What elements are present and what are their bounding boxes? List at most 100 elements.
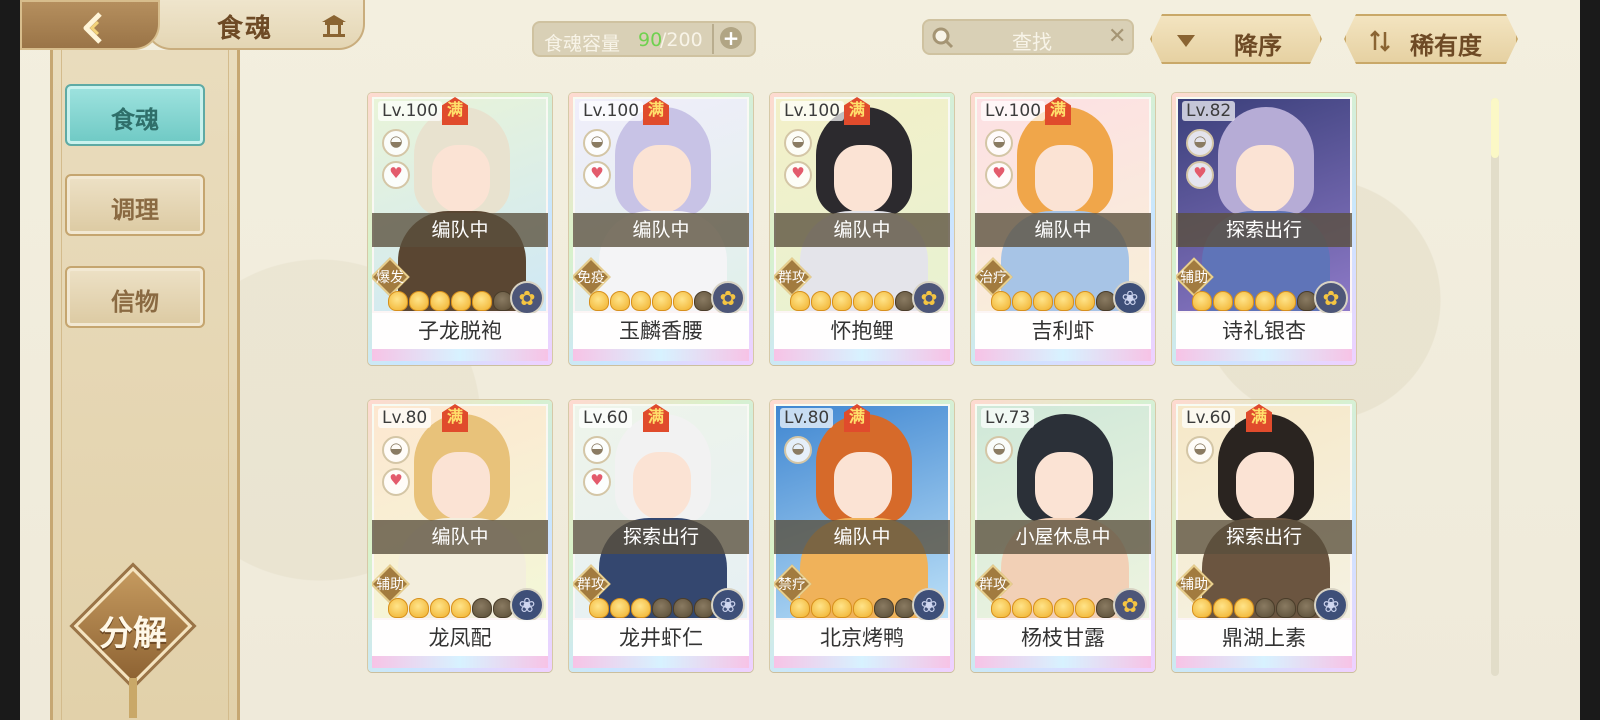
portrait-face bbox=[432, 145, 490, 213]
food-soul-card[interactable]: Lv.60 满 ◒ 探索出行 辅助 ❀ 鼎湖上素 bbox=[1172, 400, 1356, 672]
star-icon bbox=[991, 291, 1011, 311]
top-left-header: 食魂 bbox=[20, 0, 365, 50]
add-capacity-button[interactable]: + bbox=[712, 24, 744, 54]
card-inner: Lv.82 ◒ ♥ 探索出行 辅助 ✿ 诗礼银杏 bbox=[1176, 97, 1352, 361]
plus-icon: + bbox=[720, 27, 742, 49]
status-label: 编队中 bbox=[975, 213, 1151, 247]
role-label: 群攻 bbox=[778, 270, 806, 286]
food-soul-card[interactable]: Lv.100 满 ◒ ♥ 编队中 群攻 ✿ 怀抱鲤 bbox=[770, 93, 954, 365]
character-name: 子龙脱袍 bbox=[372, 313, 548, 349]
clear-icon[interactable]: ✕ bbox=[1108, 24, 1126, 49]
sort-icon bbox=[1368, 29, 1392, 53]
bowl-icon: ◒ bbox=[1186, 436, 1214, 464]
card-inner: Lv.60 满 ◒ ♥ 探索出行 群攻 ❀ 龙井虾仁 bbox=[573, 404, 749, 668]
sidebar-item-label: 信物 bbox=[111, 287, 159, 316]
food-soul-card[interactable]: Lv.100 满 ◒ ♥ 编队中 治疗 ❀ 吉利虾 bbox=[971, 93, 1155, 365]
portrait-face bbox=[834, 145, 892, 213]
food-soul-card[interactable]: Lv.80 满 ◒ 编队中 禁疗 ❀ 北京烤鸭 bbox=[770, 400, 954, 672]
home-icon[interactable] bbox=[319, 12, 349, 38]
back-arrow-icon bbox=[83, 12, 102, 44]
level-label: Lv.100 bbox=[378, 101, 443, 121]
food-soul-card[interactable]: Lv.80 满 ◒ ♥ 编队中 辅助 ❀ 龙凤配 bbox=[368, 400, 552, 672]
level-label: Lv.100 bbox=[780, 101, 845, 121]
star-icon bbox=[589, 598, 609, 618]
role-label: 辅助 bbox=[376, 577, 404, 593]
portrait-face bbox=[1236, 145, 1294, 213]
star-rating bbox=[790, 598, 915, 618]
element-icon: ❀ bbox=[1314, 588, 1348, 622]
capacity-max: /200 bbox=[660, 29, 703, 51]
character-name: 龙井虾仁 bbox=[573, 620, 749, 656]
star-icon bbox=[832, 598, 852, 618]
role-label: 群攻 bbox=[577, 577, 605, 593]
star-icon bbox=[853, 291, 873, 311]
food-soul-card[interactable]: Lv.73 ◒ 小屋休息中 群攻 ✿ 杨枝甘露 bbox=[971, 400, 1155, 672]
heart-icon: ♥ bbox=[985, 161, 1013, 189]
element-icon: ✿ bbox=[912, 281, 946, 315]
sort-order-button[interactable]: 降序 bbox=[1150, 14, 1322, 64]
star-rating bbox=[991, 291, 1116, 311]
element-icon: ❀ bbox=[912, 588, 946, 622]
status-label: 小屋休息中 bbox=[975, 520, 1151, 554]
food-soul-card[interactable]: Lv.100 满 ◒ ♥ 编队中 免疫 ✿ 玉麟香腰 bbox=[569, 93, 753, 365]
status-label: 编队中 bbox=[573, 213, 749, 247]
sidebar-item-conditioning[interactable]: 调理 bbox=[65, 174, 205, 236]
element-icon: ✿ bbox=[1314, 281, 1348, 315]
element-icon: ✿ bbox=[711, 281, 745, 315]
star-icon bbox=[1012, 598, 1032, 618]
star-icon bbox=[388, 291, 408, 311]
search-input[interactable]: 查找 ✕ bbox=[922, 19, 1134, 55]
back-button[interactable] bbox=[20, 0, 160, 50]
status-label: 编队中 bbox=[774, 213, 950, 247]
food-soul-card[interactable]: Lv.100 满 ◒ ♥ 编队中 爆发 ✿ 子龙脱袍 bbox=[368, 93, 552, 365]
capacity-display: 食魂容量 90 /200 + bbox=[532, 21, 756, 57]
star-icon bbox=[874, 291, 894, 311]
level-label: Lv.100 bbox=[981, 101, 1046, 121]
sidebar: 食魂 调理 信物 分解 bbox=[50, 50, 240, 720]
card-inner: Lv.100 满 ◒ ♥ 编队中 群攻 ✿ 怀抱鲤 bbox=[774, 97, 950, 361]
sidebar-item-food-soul[interactable]: 食魂 bbox=[65, 84, 205, 146]
character-name: 怀抱鲤 bbox=[774, 313, 950, 349]
sort-rarity-button[interactable]: 稀有度 bbox=[1344, 14, 1518, 64]
portrait-face bbox=[633, 145, 691, 213]
search-placeholder: 查找 bbox=[1012, 30, 1052, 54]
food-soul-card[interactable]: Lv.82 ◒ ♥ 探索出行 辅助 ✿ 诗礼银杏 bbox=[1172, 93, 1356, 365]
scrollbar[interactable] bbox=[1491, 98, 1499, 676]
role-label: 免疫 bbox=[577, 270, 605, 286]
star-icon bbox=[388, 598, 408, 618]
star-rating bbox=[1192, 598, 1317, 618]
scroll-thumb[interactable] bbox=[1491, 98, 1499, 158]
element-icon: ❀ bbox=[1113, 281, 1147, 315]
character-name: 吉利虾 bbox=[975, 313, 1151, 349]
bowl-icon: ◒ bbox=[985, 129, 1013, 157]
bowl-icon: ◒ bbox=[1186, 129, 1214, 157]
star-icon bbox=[652, 598, 672, 618]
sidebar-item-tokens[interactable]: 信物 bbox=[65, 266, 205, 328]
star-icon bbox=[832, 291, 852, 311]
star-icon bbox=[430, 291, 450, 311]
level-label: Lv.60 bbox=[1182, 408, 1236, 428]
heart-icon: ♥ bbox=[382, 161, 410, 189]
portrait-face bbox=[1035, 452, 1093, 520]
star-rating bbox=[388, 598, 513, 618]
game-screen: 食魂 食魂容量 90 /200 + 查找 ✕ 降序 稀有度 食魂 调理 信物 分… bbox=[20, 0, 1580, 720]
star-icon bbox=[1012, 291, 1032, 311]
card-inner: Lv.60 满 ◒ 探索出行 辅助 ❀ 鼎湖上素 bbox=[1176, 404, 1352, 668]
star-icon bbox=[991, 598, 1011, 618]
card-bottom-border bbox=[372, 656, 548, 668]
card-inner: Lv.100 满 ◒ ♥ 编队中 爆发 ✿ 子龙脱袍 bbox=[372, 97, 548, 361]
star-icon bbox=[1213, 598, 1233, 618]
star-icon bbox=[1192, 598, 1212, 618]
card-inner: Lv.80 满 ◒ ♥ 编队中 辅助 ❀ 龙凤配 bbox=[372, 404, 548, 668]
level-label: Lv.80 bbox=[378, 408, 432, 428]
card-inner: Lv.80 满 ◒ 编队中 禁疗 ❀ 北京烤鸭 bbox=[774, 404, 950, 668]
heart-icon: ♥ bbox=[382, 468, 410, 496]
star-icon bbox=[1213, 291, 1233, 311]
level-label: Lv.60 bbox=[579, 408, 633, 428]
star-icon bbox=[673, 598, 693, 618]
role-label: 群攻 bbox=[979, 577, 1007, 593]
decompose-button[interactable]: 分解 bbox=[73, 566, 193, 718]
card-bottom-border bbox=[573, 656, 749, 668]
star-icon bbox=[1276, 598, 1296, 618]
food-soul-card[interactable]: Lv.60 满 ◒ ♥ 探索出行 群攻 ❀ 龙井虾仁 bbox=[569, 400, 753, 672]
